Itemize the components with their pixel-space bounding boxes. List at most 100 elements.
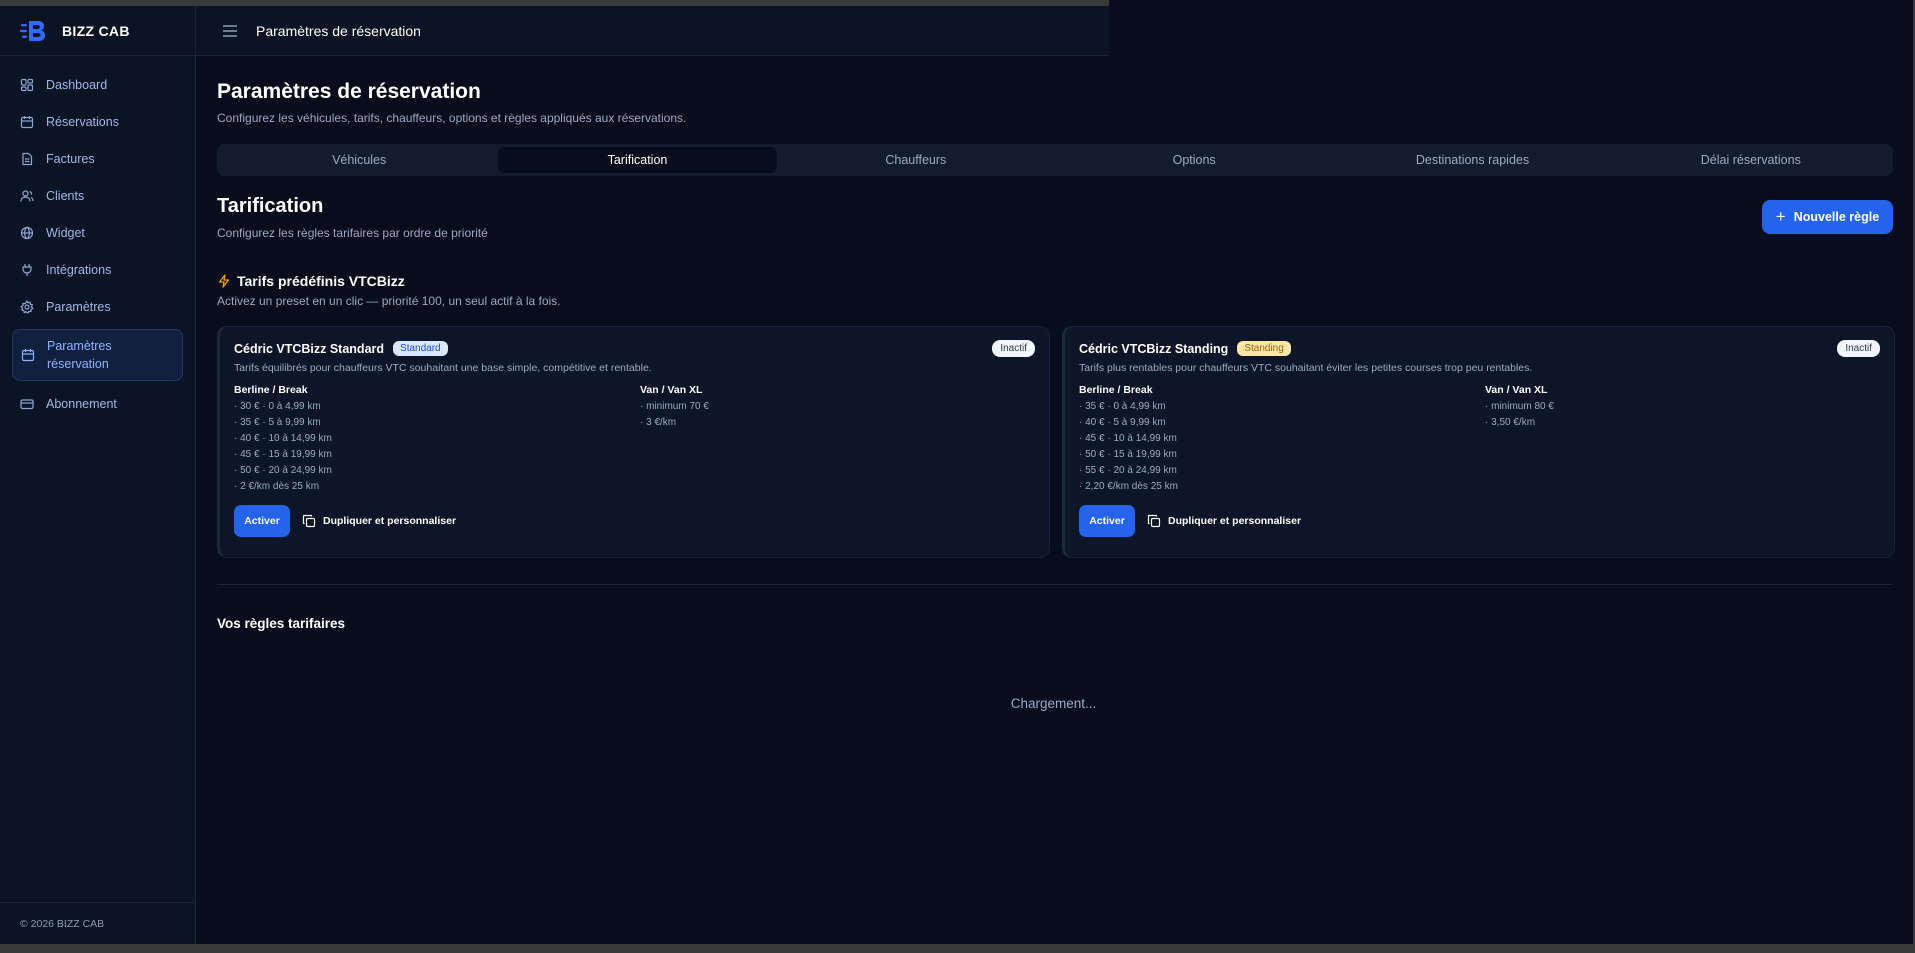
file-icon bbox=[22, 152, 33, 165]
price-line: · 40 € · 10 à 14,99 km bbox=[234, 433, 332, 444]
price-line: · 50 € · 20 à 24,99 km bbox=[234, 465, 332, 476]
brand[interactable]: BIZZ CAB bbox=[0, 6, 195, 56]
plug-icon bbox=[22, 263, 32, 276]
tab-delai-reservations[interactable]: Délai réservations bbox=[1612, 147, 1890, 173]
sidebar-item-parametres[interactable]: Paramètres bbox=[12, 288, 183, 325]
settings-tabs: Véhicules Tarification Chauffeurs Option… bbox=[217, 144, 1893, 176]
sidebar-item-widget[interactable]: Widget bbox=[12, 214, 183, 251]
new-rule-label: Nouvelle règle bbox=[1793, 210, 1880, 224]
copy-icon bbox=[302, 514, 316, 528]
topbar-empty-area bbox=[1109, 0, 1913, 56]
column-title: Berline / Break bbox=[234, 384, 308, 396]
activate-button[interactable]: Activer bbox=[1079, 505, 1135, 537]
calendar-icon bbox=[20, 115, 34, 128]
preset-description: Tarifs équilibrés pour chauffeurs VTC so… bbox=[234, 362, 652, 374]
tab-chauffeurs[interactable]: Chauffeurs bbox=[777, 147, 1055, 173]
preset-card-header: Cédric VTCBizz Standard Standard bbox=[234, 341, 448, 356]
presets-subtitle: Activez un preset en un clic — priorité … bbox=[217, 294, 561, 308]
preset-berline-column: Berline / Break · 35 € · 0 à 4,99 km · 4… bbox=[1079, 384, 1178, 495]
price-line: · 35 € · 5 à 9,99 km bbox=[234, 417, 321, 428]
calendar-icon bbox=[21, 349, 35, 362]
dashboard-icon bbox=[20, 78, 34, 91]
menu-icon[interactable] bbox=[222, 24, 238, 38]
sidebar-item-label: Abonnement bbox=[46, 396, 117, 411]
preset-van-column: Van / Van XL · minimum 80 € · 3,50 €/km bbox=[1485, 384, 1554, 431]
sidebar-item-label: Intégrations bbox=[46, 262, 112, 277]
topbar-title: Paramètres de réservation bbox=[256, 22, 421, 39]
duplicate-label: Dupliquer et personnaliser bbox=[323, 515, 457, 527]
sidebar-item-label: Clients bbox=[46, 188, 85, 203]
sidebar-item-factures[interactable]: Factures bbox=[12, 140, 183, 177]
price-line: · 3 €/km bbox=[640, 417, 677, 428]
sidebar-item-abonnement[interactable]: Abonnement bbox=[12, 385, 183, 422]
gear-icon bbox=[20, 299, 34, 314]
tab-options[interactable]: Options bbox=[1055, 147, 1333, 173]
copy-icon bbox=[1147, 514, 1161, 528]
sidebar-item-dashboard[interactable]: Dashboard bbox=[12, 66, 183, 103]
tab-vehicules[interactable]: Véhicules bbox=[220, 147, 498, 173]
new-rule-button[interactable]: + Nouvelle règle bbox=[1762, 200, 1893, 234]
preset-card-standing: Cédric VTCBizz Standing Standing Inactif… bbox=[1062, 326, 1895, 558]
brand-logo-icon bbox=[20, 20, 45, 41]
activate-button[interactable]: Activer bbox=[234, 505, 290, 537]
duplicate-button[interactable]: Dupliquer et personnaliser bbox=[302, 505, 456, 537]
price-line: · minimum 70 € bbox=[640, 401, 709, 412]
section-subtitle: Configurez les règles tarifaires par ord… bbox=[217, 226, 488, 240]
duplicate-button[interactable]: Dupliquer et personnaliser bbox=[1147, 505, 1301, 537]
sidebar-nav: Dashboard Réservations Factures Clients … bbox=[0, 56, 195, 432]
sidebar-item-label: Widget bbox=[46, 225, 85, 240]
status-badge: Inactif bbox=[992, 340, 1035, 357]
column-title: Van / Van XL bbox=[640, 384, 703, 396]
section-divider bbox=[217, 584, 1893, 585]
duplicate-label: Dupliquer et personnaliser bbox=[1168, 515, 1302, 527]
window-frame-bottom bbox=[0, 944, 1915, 953]
price-line: · 2 €/km dès 25 km bbox=[234, 481, 320, 492]
sidebar-item-clients[interactable]: Clients bbox=[12, 177, 183, 214]
presets-title: Tarifs prédéfinis VTCBizz bbox=[237, 273, 405, 289]
preset-berline-column: Berline / Break · 30 € · 0 à 4,99 km · 3… bbox=[234, 384, 332, 495]
rules-title: Vos règles tarifaires bbox=[217, 616, 346, 631]
tab-destinations-rapides[interactable]: Destinations rapides bbox=[1333, 147, 1611, 173]
price-line: · 45 € · 15 à 19,99 km bbox=[234, 449, 332, 460]
price-line: · minimum 80 € bbox=[1485, 401, 1554, 412]
price-line: · 30 € · 0 à 4,99 km bbox=[234, 401, 321, 412]
preset-card-standard: Cédric VTCBizz Standard Standard Inactif… bbox=[217, 326, 1050, 558]
sidebar-item-label: Réservations bbox=[46, 114, 119, 129]
brand-name: BIZZ CAB bbox=[62, 22, 130, 39]
preset-description: Tarifs plus rentables pour chauffeurs VT… bbox=[1079, 362, 1533, 374]
preset-tier-badge: Standard bbox=[393, 341, 448, 356]
users-icon bbox=[20, 189, 34, 202]
column-title: Berline / Break bbox=[1079, 384, 1153, 396]
preset-van-column: Van / Van XL · minimum 70 € · 3 €/km bbox=[640, 384, 709, 431]
column-title: Van / Van XL bbox=[1485, 384, 1548, 396]
sidebar-item-reservations[interactable]: Réservations bbox=[12, 103, 183, 140]
card-icon bbox=[20, 398, 34, 409]
tab-tarification[interactable]: Tarification bbox=[498, 147, 777, 173]
preset-card-header: Cédric VTCBizz Standing Standing bbox=[1079, 341, 1291, 356]
sidebar-footer: © 2026 BIZZ CAB bbox=[0, 902, 196, 944]
price-line: · 40 € · 5 à 9,99 km bbox=[1079, 417, 1166, 428]
preset-tier-badge: Standing bbox=[1237, 341, 1291, 356]
sidebar-item-label: Paramètres réservation bbox=[47, 339, 112, 371]
price-line: · 3,50 €/km bbox=[1485, 417, 1536, 428]
topbar: Paramètres de réservation bbox=[196, 6, 1109, 56]
section-title: Tarification bbox=[217, 195, 324, 217]
preset-name: Cédric VTCBizz Standard bbox=[234, 341, 385, 356]
price-line: · 45 € · 10 à 14,99 km bbox=[1079, 433, 1177, 444]
price-line: · 2,20 €/km dès 25 km bbox=[1079, 481, 1178, 492]
presets-header: Tarifs prédéfinis VTCBizz bbox=[217, 273, 405, 289]
sidebar-item-label: Paramètres bbox=[46, 299, 111, 314]
status-badge: Inactif bbox=[1837, 340, 1880, 357]
price-line: · 50 € · 15 à 19,99 km bbox=[1079, 449, 1177, 460]
sidebar-item-label: Factures bbox=[46, 151, 95, 166]
plus-icon: + bbox=[1775, 207, 1786, 226]
page-title: Paramètres de réservation bbox=[217, 80, 481, 103]
sidebar-item-integrations[interactable]: Intégrations bbox=[12, 251, 183, 288]
sidebar: BIZZ CAB Dashboard Réservations Factures… bbox=[0, 6, 196, 944]
price-line: · 55 € · 20 à 24,99 km bbox=[1079, 465, 1177, 476]
main-content: Paramètres de réservation Configurez les… bbox=[196, 56, 1913, 944]
price-line: · 35 € · 0 à 4,99 km bbox=[1079, 401, 1166, 412]
globe-icon bbox=[20, 226, 34, 239]
page-subtitle: Configurez les véhicules, tarifs, chauff… bbox=[217, 111, 687, 125]
sidebar-item-parametres-reservation[interactable]: Paramètres réservation bbox=[12, 329, 183, 381]
